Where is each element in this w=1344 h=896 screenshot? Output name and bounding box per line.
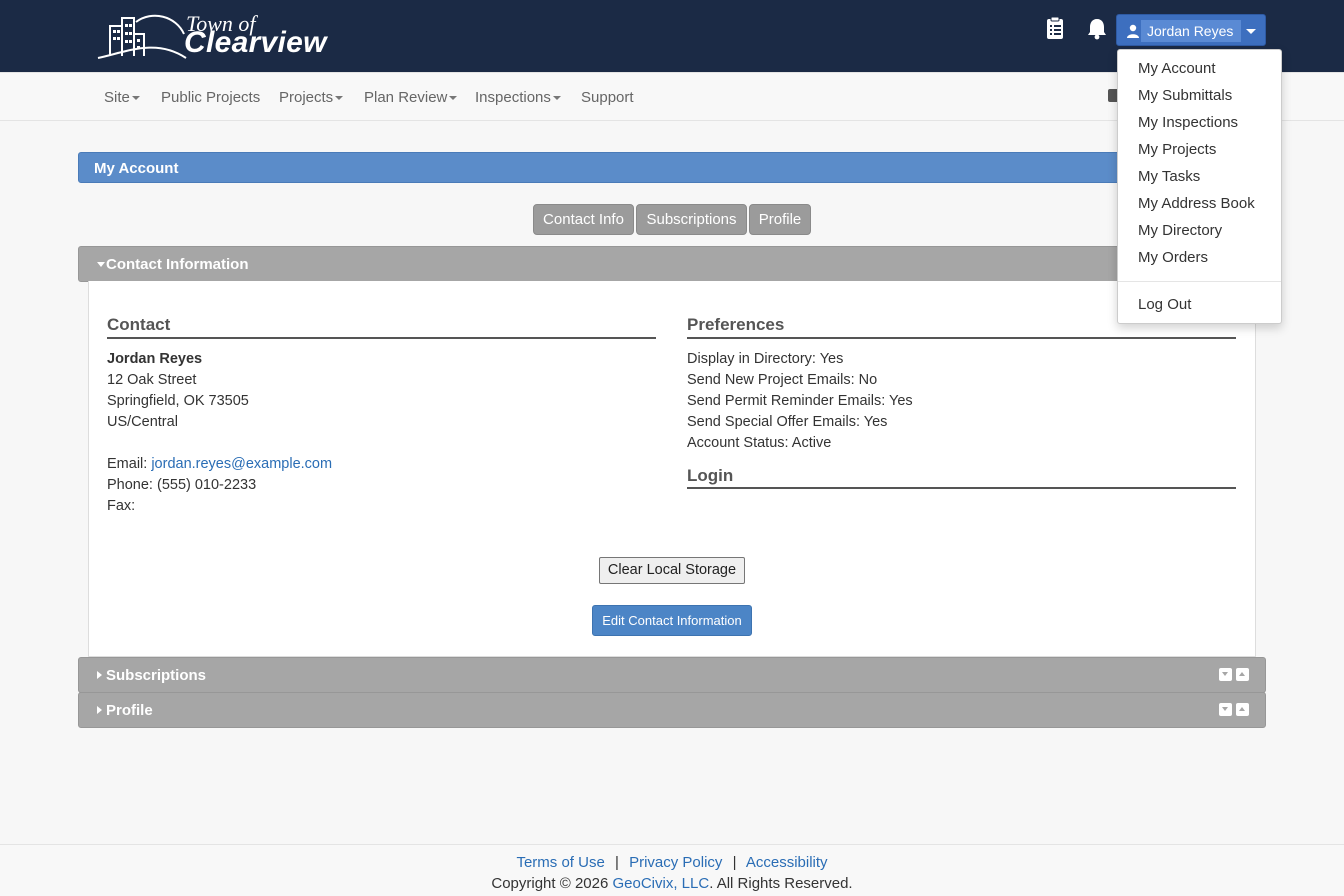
my-account-header: My Account xyxy=(78,152,1266,183)
contact-information-panel-header[interactable]: Contact Information xyxy=(78,246,1266,282)
contact-email-line: Email: jordan.reyes@example.com xyxy=(107,456,332,472)
footer-separator: | xyxy=(614,854,619,871)
accessibility-link[interactable]: Accessibility xyxy=(746,854,828,871)
nav-item-inspections[interactable]: Inspections xyxy=(475,89,561,106)
contact-street: 12 Oak Street xyxy=(107,372,197,388)
nav-item-support[interactable]: Support xyxy=(581,89,634,106)
menu-item-my-inspections[interactable]: My Inspections xyxy=(1138,114,1238,131)
contact-timezone: US/Central xyxy=(107,414,178,430)
contact-heading: Contact xyxy=(107,315,171,334)
panel-title: Subscriptions xyxy=(106,667,207,684)
terms-of-use-link[interactable]: Terms of Use xyxy=(516,854,604,871)
tab-subscriptions[interactable]: Subscriptions xyxy=(636,204,747,235)
collapse-up-icon[interactable] xyxy=(1236,668,1249,681)
collapse-down-icon[interactable] xyxy=(1219,668,1232,681)
page-footer: Terms of Use | Privacy Policy | Accessib… xyxy=(0,844,1344,896)
caret-right-icon xyxy=(97,706,102,714)
user-menu-button[interactable]: Jordan Reyes xyxy=(1116,14,1266,46)
copyright-prefix: Copyright © 2026 xyxy=(491,875,613,892)
caret-down-icon xyxy=(552,96,561,101)
collapse-down-icon[interactable] xyxy=(1219,703,1232,716)
menu-item-my-orders[interactable]: My Orders xyxy=(1138,249,1208,266)
profile-panel-header[interactable]: Profile xyxy=(78,692,1266,728)
pref-permit-reminder-emails: Send Permit Reminder Emails: Yes xyxy=(687,393,913,409)
tab-profile[interactable]: Profile xyxy=(749,204,811,235)
contact-name: Jordan Reyes xyxy=(107,351,203,367)
nav-item-public-projects[interactable]: Public Projects xyxy=(161,89,260,106)
caret-down-icon xyxy=(335,96,344,101)
collapse-up-icon[interactable] xyxy=(1236,703,1249,716)
chevron-down-icon xyxy=(1246,29,1256,34)
user-icon xyxy=(1127,24,1139,38)
contact-phone: Phone: (555) 010-2233 xyxy=(107,477,257,493)
contact-divider xyxy=(107,337,656,339)
privacy-policy-link[interactable]: Privacy Policy xyxy=(629,854,722,871)
subscriptions-panel-header[interactable]: Subscriptions xyxy=(78,657,1266,693)
clear-local-storage-button[interactable]: Clear Local Storage xyxy=(599,557,745,584)
preferences-divider xyxy=(687,337,1236,339)
caret-down-icon xyxy=(97,262,105,267)
menu-item-my-projects[interactable]: My Projects xyxy=(1138,141,1216,158)
panel-title: Profile xyxy=(106,702,153,719)
panel-title: Contact Information xyxy=(106,256,249,273)
menu-item-my-address-book[interactable]: My Address Book xyxy=(1138,195,1255,212)
email-label: Email: xyxy=(107,456,152,472)
contact-city: Springfield, OK 73505 xyxy=(107,393,249,409)
pref-account-status: Account Status: Active xyxy=(687,435,832,451)
pref-special-offer-emails: Send Special Offer Emails: Yes xyxy=(687,414,888,430)
tab-contact-info[interactable]: Contact Info xyxy=(533,204,634,235)
bell-icon[interactable] xyxy=(1086,16,1108,40)
clipboard-list-icon[interactable] xyxy=(1044,16,1066,40)
pref-new-project-emails: Send New Project Emails: No xyxy=(687,372,878,388)
company-link[interactable]: GeoCivix, LLC xyxy=(613,875,710,892)
user-name-label: Jordan Reyes xyxy=(1141,20,1241,42)
email-link[interactable]: jordan.reyes@example.com xyxy=(151,456,332,472)
copyright-suffix: . All Rights Reserved. xyxy=(709,875,853,892)
page-title: My Account xyxy=(94,160,179,177)
preferences-heading: Preferences xyxy=(687,315,785,334)
nav-item-projects[interactable]: Projects xyxy=(279,89,344,106)
footer-separator: | xyxy=(732,854,737,871)
town-logo[interactable]: Town of Clearview xyxy=(96,10,336,64)
pref-display-directory: Display in Directory: Yes xyxy=(687,351,844,367)
menu-divider xyxy=(1118,281,1281,282)
caret-down-icon xyxy=(131,96,140,101)
contact-fax: Fax: xyxy=(107,498,136,514)
copyright: Copyright © 2026 GeoCivix, LLC. All Righ… xyxy=(0,875,1344,892)
menu-item-my-tasks[interactable]: My Tasks xyxy=(1138,168,1200,185)
footer-links: Terms of Use | Privacy Policy | Accessib… xyxy=(0,854,1344,871)
caret-down-icon xyxy=(449,96,458,101)
menu-item-my-submittals[interactable]: My Submittals xyxy=(1138,87,1232,104)
menu-item-log-out[interactable]: Log Out xyxy=(1138,296,1191,313)
logo-town-name: Clearview xyxy=(184,26,327,59)
caret-right-icon xyxy=(97,671,102,679)
nav-item-site[interactable]: Site xyxy=(104,89,140,106)
edit-contact-information-button[interactable]: Edit Contact Information xyxy=(592,605,752,636)
login-heading: Login xyxy=(687,466,734,485)
login-divider xyxy=(687,487,1236,489)
menu-item-my-account[interactable]: My Account xyxy=(1138,60,1216,77)
city-skyline-icon xyxy=(97,14,187,59)
menu-item-my-directory[interactable]: My Directory xyxy=(1138,222,1222,239)
user-dropdown-menu: My Account My Submittals My Inspections … xyxy=(1117,49,1282,324)
nav-item-plan-review[interactable]: Plan Review xyxy=(364,89,458,106)
